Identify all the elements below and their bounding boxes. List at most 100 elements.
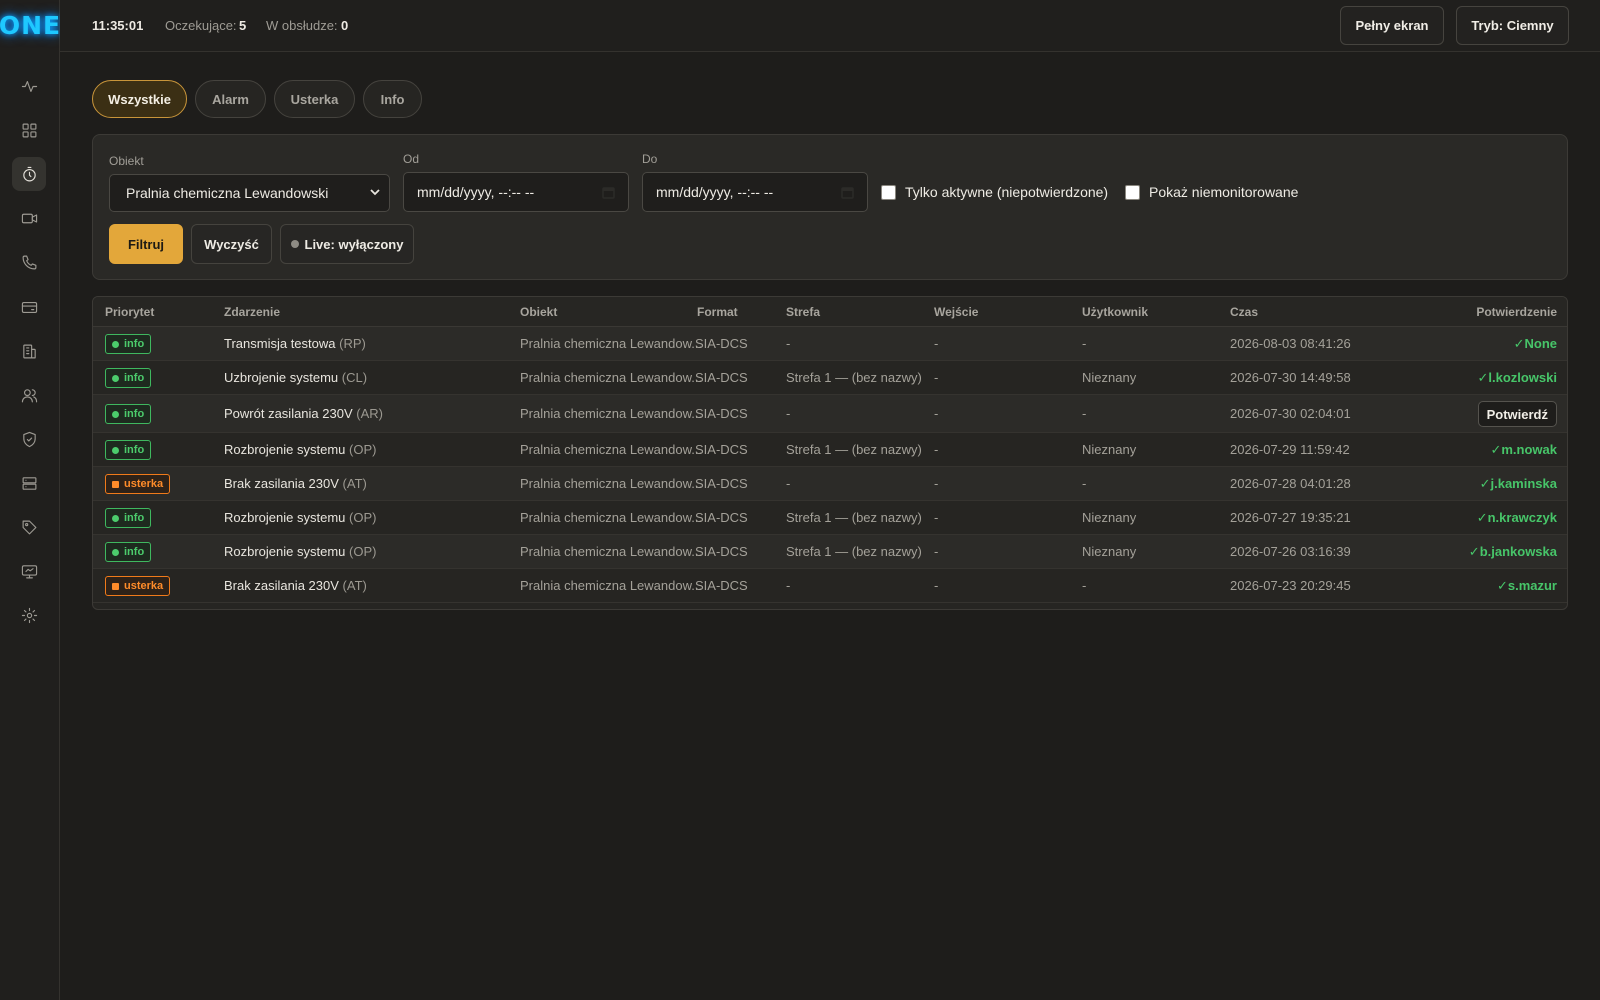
nav-dashboard[interactable] — [12, 113, 46, 147]
to-date-placeholder: mm/dd/yyyy, --:-- -- — [656, 184, 774, 200]
col-input[interactable]: Wejście — [934, 305, 978, 319]
input-cell: - — [934, 510, 939, 525]
object-cell: Pralnia chemiczna Lewandow... — [520, 370, 703, 385]
input-cell: - — [934, 406, 939, 421]
table-row[interactable]: info Powrót zasilania 230V (AR) Pralnia … — [93, 395, 1567, 433]
app-logo[interactable]: ONE — [0, 8, 60, 42]
tab-alarm[interactable]: Alarm — [195, 80, 266, 118]
priority-dot — [112, 410, 119, 418]
zone-cell: Strefa 1 — (bez nazwy) — [786, 442, 922, 457]
event-name: Rozbrojenie systemu — [224, 442, 346, 457]
table-row[interactable]: info Uzbrojenie systemu (CL) Pralnia che… — [93, 361, 1567, 395]
object-label: Obiekt — [109, 154, 144, 168]
time-cell: 2026-07-28 04:01:28 — [1230, 476, 1351, 491]
in-service-count: 0 — [341, 18, 349, 33]
nav-servers[interactable] — [12, 466, 46, 500]
nav-objects[interactable] — [12, 334, 46, 368]
priority-label: usterka — [124, 478, 164, 490]
grid-icon — [22, 123, 36, 137]
tab-fault[interactable]: Usterka — [274, 80, 355, 118]
nav-tags[interactable] — [12, 510, 46, 544]
event-name: Brak zasilania 230V — [224, 578, 339, 593]
event-code: (AT) — [342, 476, 367, 491]
input-cell: - — [934, 578, 939, 593]
building-icon — [22, 344, 36, 358]
zone-cell: Strefa 1 — (bez nazwy) — [786, 510, 922, 525]
calendar-icon[interactable] — [841, 186, 854, 199]
input-cell: - — [934, 476, 939, 491]
activity-icon — [21, 80, 37, 92]
event-code: (OP) — [349, 510, 377, 525]
col-user[interactable]: Użytkownik — [1082, 305, 1148, 319]
pending-label: Oczekujące: — [165, 18, 237, 33]
format-cell: SIA-DCS — [695, 578, 748, 593]
nav-activity[interactable] — [12, 69, 46, 103]
events-table: Priorytet Zdarzenie Obiekt Format Strefa… — [92, 296, 1568, 610]
col-event[interactable]: Zdarzenie — [224, 305, 280, 319]
nav-settings[interactable] — [12, 598, 46, 632]
acknowledged-by: ✓s.mazur — [1496, 578, 1557, 593]
col-acknowledgement[interactable]: Potwierdzenie — [1476, 305, 1557, 319]
nav-events[interactable] — [12, 157, 46, 191]
event-name: Uzbrojenie systemu — [224, 370, 339, 385]
topbar: 11:35:01 Oczekujące: 5 W obsłudze: 0 Peł… — [60, 0, 1600, 52]
event-cell: Rozbrojenie systemu (OP) — [224, 544, 376, 559]
zone-cell: - — [786, 476, 791, 491]
priority-dot — [112, 446, 119, 454]
from-date-input[interactable]: mm/dd/yyyy, --:-- -- — [403, 172, 629, 212]
nav-calls[interactable] — [12, 245, 46, 279]
table-row[interactable]: info Rozbrojenie systemu (OP) Pralnia ch… — [93, 535, 1567, 569]
time-cell: 2026-07-27 19:35:21 — [1230, 510, 1351, 525]
col-time[interactable]: Czas — [1230, 305, 1258, 319]
format-cell: SIA-DCS — [695, 476, 748, 491]
table-row[interactable]: usterka Brak zasilania 230V (AT) Pralnia… — [93, 467, 1567, 501]
col-object[interactable]: Obiekt — [520, 305, 557, 319]
to-date-input[interactable]: mm/dd/yyyy, --:-- -- — [642, 172, 868, 212]
phone-icon — [22, 255, 36, 269]
calendar-icon[interactable] — [602, 186, 615, 199]
priority-dot — [112, 548, 119, 556]
filter-button[interactable]: Filtruj — [109, 224, 183, 264]
table-row[interactable]: usterka Brak zasilania 230V (AT) Pralnia… — [93, 569, 1567, 603]
only-active-toggle[interactable]: Tylko aktywne (niepotwierdzone) — [881, 184, 1108, 200]
theme-toggle-button[interactable]: Tryb: Ciemny — [1456, 6, 1569, 45]
table-row[interactable]: info Rozbrojenie systemu (OP) Pralnia ch… — [93, 501, 1567, 535]
format-cell: SIA-DCS — [695, 544, 748, 559]
pending-count: 5 — [239, 18, 247, 33]
zone-cell: Strefa 1 — (bez nazwy) — [786, 370, 922, 385]
format-cell: SIA-DCS — [695, 336, 748, 351]
event-name: Powrót zasilania 230V — [224, 406, 353, 421]
acknowledge-button[interactable]: Potwierdź — [1477, 401, 1557, 427]
tab-all[interactable]: Wszystkie — [92, 80, 187, 118]
tag-icon — [22, 520, 36, 534]
priority-badge: usterka — [105, 474, 171, 494]
tab-info[interactable]: Info — [363, 80, 422, 118]
show-unmonitored-toggle[interactable]: Pokaż niemonitorowane — [1125, 184, 1298, 200]
nav-monitor[interactable] — [12, 554, 46, 588]
live-toggle-button[interactable]: Live: wyłączony — [280, 224, 414, 264]
server-icon — [22, 476, 36, 490]
table-row[interactable]: info Rozbrojenie systemu (OP) Pralnia ch… — [93, 433, 1567, 467]
nav-users[interactable] — [12, 378, 46, 412]
col-priority[interactable]: Priorytet — [105, 305, 154, 319]
acknowledged-by: ✓b.jankowska — [1468, 544, 1557, 559]
event-cell: Rozbrojenie systemu (OP) — [224, 510, 376, 525]
time-cell: 2026-07-29 11:59:42 — [1230, 442, 1350, 457]
nav-security[interactable] — [12, 422, 46, 456]
event-name: Rozbrojenie systemu — [224, 544, 346, 559]
priority-label: info — [124, 546, 145, 558]
nav-cameras[interactable] — [12, 201, 46, 235]
event-cell: Brak zasilania 230V (AT) — [224, 476, 367, 491]
event-cell: Brak zasilania 230V (AT) — [224, 578, 367, 593]
only-active-checkbox[interactable] — [881, 184, 896, 200]
acknowledged-by: ✓m.nowak — [1490, 442, 1557, 457]
col-format[interactable]: Format — [697, 305, 738, 319]
object-select[interactable]: Pralnia chemiczna Lewandowski — [109, 174, 390, 212]
priority-label: info — [124, 444, 145, 456]
clear-button[interactable]: Wyczyść — [191, 224, 272, 264]
show-unmonitored-checkbox[interactable] — [1125, 184, 1140, 200]
fullscreen-button[interactable]: Pełny ekran — [1340, 6, 1444, 45]
col-zone[interactable]: Strefa — [786, 305, 820, 319]
nav-cards[interactable] — [12, 290, 46, 324]
table-row[interactable]: info Transmisja testowa (RP) Pralnia che… — [93, 327, 1567, 361]
